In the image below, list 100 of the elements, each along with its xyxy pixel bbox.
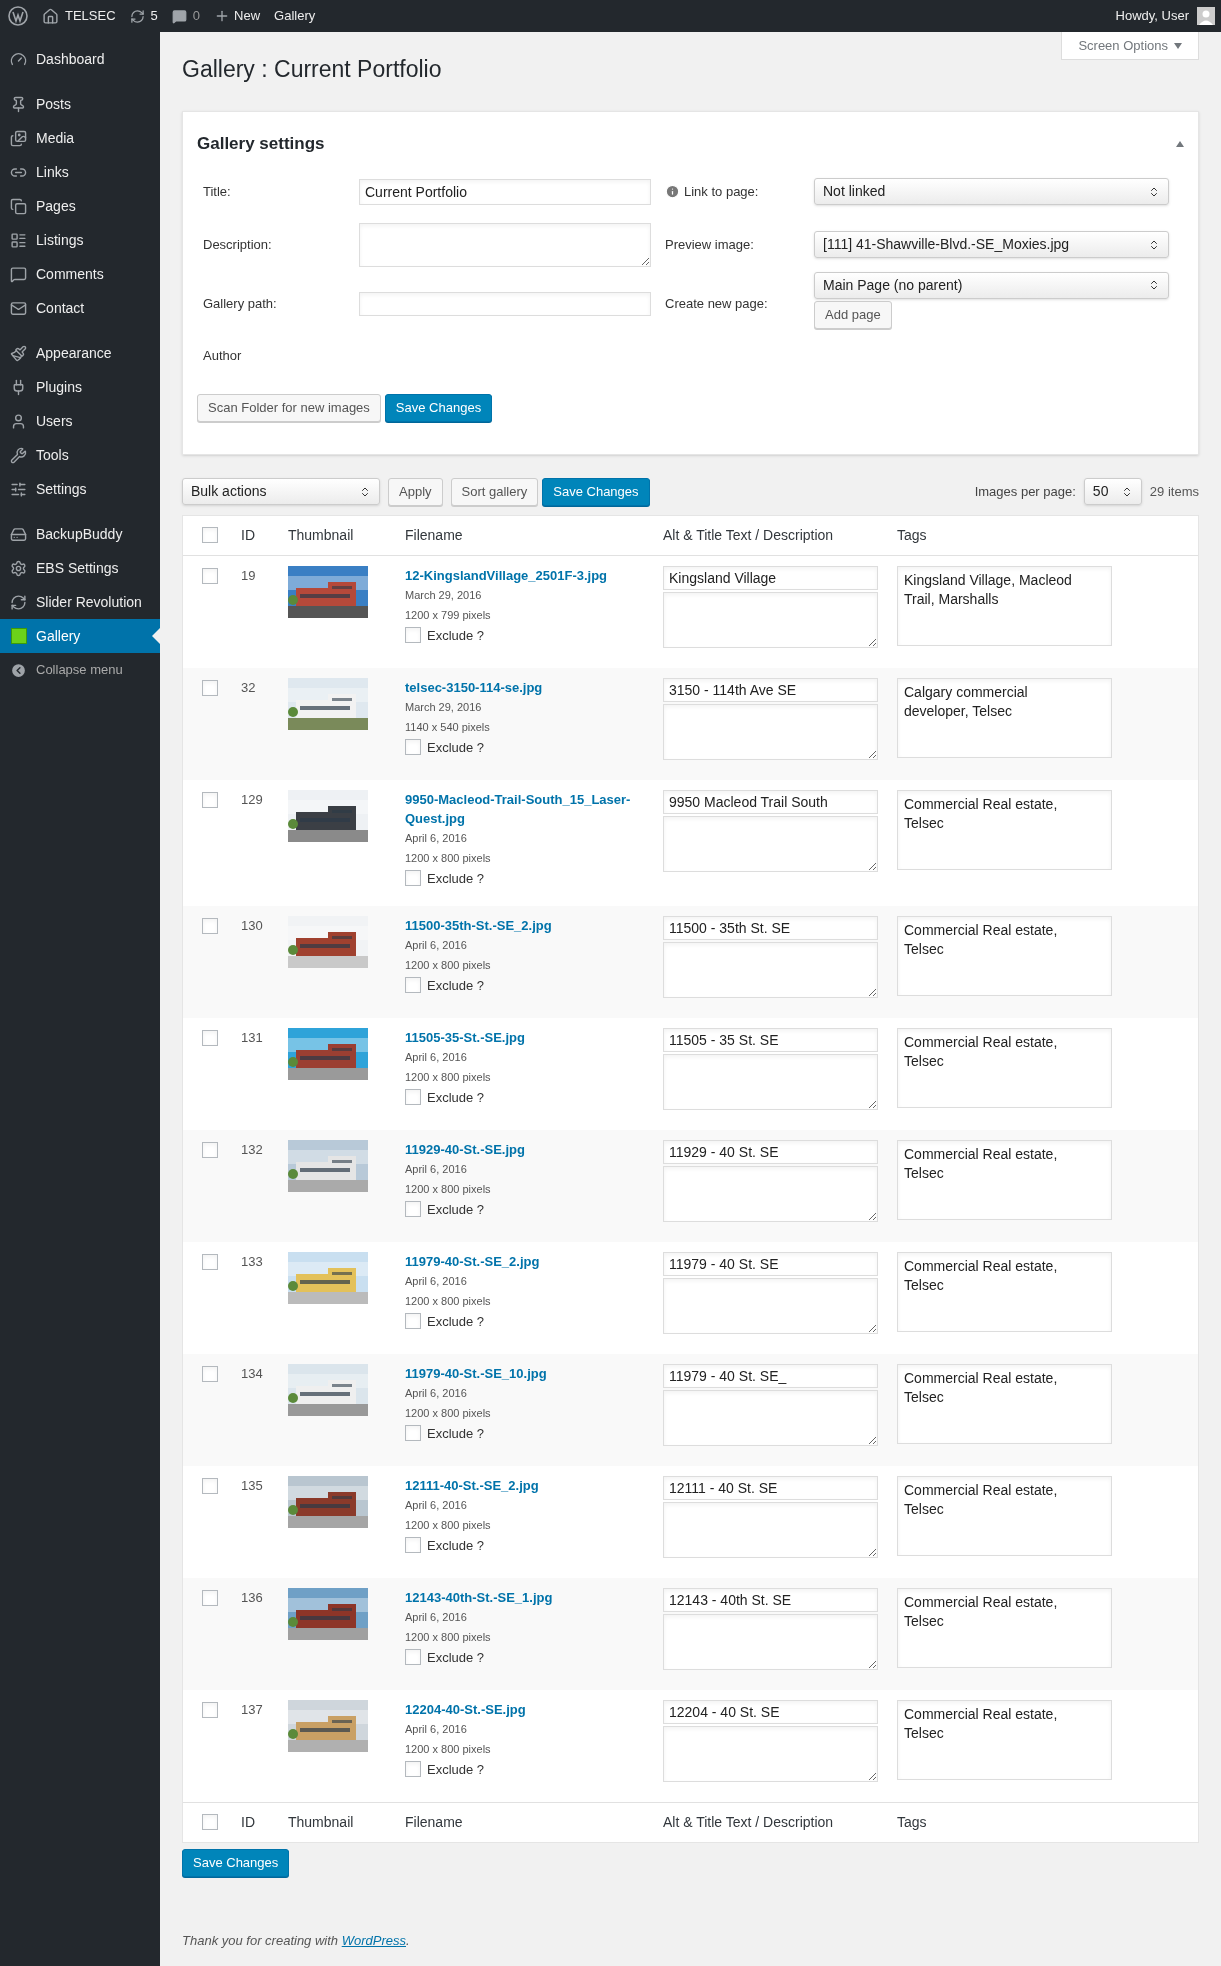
save-button[interactable]: Save Changes [182, 1848, 290, 1877]
alt-text-field[interactable]: 3150 - 114th Ave SE [663, 677, 878, 702]
screen-options-button[interactable]: Screen Options [1061, 32, 1199, 60]
description-field[interactable] [663, 1165, 878, 1222]
description-field[interactable] [359, 222, 651, 267]
parent-page-select[interactable]: Main Page (no parent) [814, 271, 1169, 299]
row-checkbox[interactable] [202, 1253, 218, 1270]
row-checkbox[interactable] [202, 917, 218, 934]
exclude-checkbox[interactable] [405, 1425, 421, 1442]
menu-item[interactable]: Users [0, 404, 160, 438]
button[interactable]: Apply [388, 477, 443, 506]
row-checkbox[interactable] [202, 1141, 218, 1158]
link-page-select[interactable]: Not linked [814, 178, 1169, 205]
alt-text-field[interactable]: 11979 - 40 St. SE_ [663, 1363, 878, 1388]
button[interactable]: Sort gallery [450, 477, 539, 506]
save-button[interactable]: Save Changes [384, 393, 493, 422]
tags-field[interactable]: Commercial Real estate, Telsec [897, 1699, 1112, 1780]
description-field[interactable] [663, 1613, 878, 1670]
menu-item[interactable]: EBS Settings [0, 551, 160, 585]
description-field[interactable] [663, 703, 878, 760]
filename-link[interactable]: 12111-40-St.-SE_2.jpg [405, 1475, 651, 1495]
alt-text-field[interactable]: 12204 - 40 St. SE [663, 1699, 878, 1724]
menu-item[interactable]: Plugins [0, 370, 160, 404]
menu-item[interactable]: Tools [0, 438, 160, 472]
tags-field[interactable]: Commercial Real estate, Telsec [897, 1027, 1112, 1108]
menu-item[interactable]: Gallery [0, 619, 160, 653]
description-field[interactable] [663, 1053, 878, 1110]
menu-item[interactable]: Comments [0, 257, 160, 291]
tags-field[interactable]: Kingsland Village, Macleod Trail, Marshalls [897, 565, 1112, 646]
tags-field[interactable]: Commercial Real estate, Telsec [897, 1251, 1112, 1332]
button[interactable]: Scan Folder for new images [197, 393, 381, 422]
description-field[interactable] [663, 1725, 878, 1782]
filename-link[interactable]: 11929-40-St.-SE.jpg [405, 1139, 651, 1159]
menu-item[interactable]: Appearance [0, 336, 160, 370]
alt-text-field[interactable]: 9950 Macleod Trail South [663, 789, 878, 814]
comments-count[interactable]: 0 [192, 6, 201, 26]
filename-link[interactable]: 11979-40-St.-SE_10.jpg [405, 1363, 651, 1383]
menu-item[interactable]: Contact [0, 291, 160, 325]
tags-field[interactable]: Commercial Real estate, Telsec [897, 1139, 1112, 1220]
alt-text-field[interactable]: Kingsland Village [663, 565, 878, 590]
alt-text-field[interactable]: 12143 - 40th St. SE [663, 1587, 878, 1612]
menu-item[interactable]: Dashboard [0, 42, 160, 76]
alt-text-field[interactable]: 11505 - 35 St. SE [663, 1027, 878, 1052]
exclude-checkbox[interactable] [405, 1089, 421, 1106]
title-field[interactable]: Current Portfolio [359, 178, 651, 205]
exclude-checkbox[interactable] [405, 870, 421, 887]
row-checkbox[interactable] [202, 679, 218, 696]
row-checkbox[interactable] [202, 1365, 218, 1382]
alt-text-field[interactable]: 11929 - 40 St. SE [663, 1139, 878, 1164]
menu-item[interactable]: Slider Revolution [0, 585, 160, 619]
filename-link[interactable]: telsec-3150-114-se.jpg [405, 677, 651, 697]
exclude-checkbox[interactable] [405, 1537, 421, 1554]
wordpress-link[interactable]: WordPress [341, 1932, 406, 1948]
exclude-checkbox[interactable] [405, 1313, 421, 1330]
description-field[interactable] [663, 941, 878, 998]
row-checkbox[interactable] [202, 1701, 218, 1718]
row-checkbox[interactable] [202, 1589, 218, 1606]
description-field[interactable] [663, 1277, 878, 1334]
filename-link[interactable]: 12143-40th-St.-SE_1.jpg [405, 1587, 651, 1607]
save-button[interactable]: Save Changes [542, 477, 650, 506]
menu-item[interactable]: Posts [0, 87, 160, 121]
row-checkbox[interactable] [202, 1029, 218, 1046]
preview-image-select[interactable]: [111] 41-Shawville-Blvd.-SE_Moxies.jpg [814, 231, 1169, 258]
add-page-button[interactable]: Add page [814, 300, 892, 329]
bulk-actions-select[interactable]: Bulk actions [182, 478, 380, 505]
menu-item[interactable]: Settings [0, 472, 160, 506]
description-field[interactable] [663, 1389, 878, 1446]
updates-count[interactable]: 5 [150, 6, 158, 26]
exclude-checkbox[interactable] [405, 1649, 421, 1666]
select-all-checkbox[interactable] [202, 527, 218, 543]
tags-field[interactable]: Commercial Real estate, Telsec [897, 915, 1112, 996]
tags-field[interactable]: Commercial Real estate, Telsec [897, 1363, 1112, 1444]
tags-field[interactable]: Commercial Real estate, Telsec [897, 789, 1112, 870]
exclude-checkbox[interactable] [405, 1201, 421, 1218]
filename-link[interactable]: 11500-35th-St.-SE_2.jpg [405, 915, 651, 935]
description-field[interactable] [663, 1501, 878, 1558]
tags-field[interactable]: Calgary commercial developer, Telsec [897, 677, 1112, 758]
filename-link[interactable]: 11505-35-St.-SE.jpg [405, 1027, 651, 1047]
alt-text-field[interactable]: 12111 - 40 St. SE [663, 1475, 878, 1500]
row-checkbox[interactable] [202, 791, 218, 808]
tags-field[interactable]: Commercial Real estate, Telsec [897, 1587, 1112, 1668]
exclude-checkbox[interactable] [405, 627, 421, 644]
greeting-link[interactable]: Howdy, User [1115, 6, 1189, 26]
site-link[interactable]: TELSEC [65, 6, 116, 26]
gallery-link[interactable]: Gallery [274, 6, 316, 26]
filename-link[interactable]: 11979-40-St.-SE_2.jpg [405, 1251, 651, 1271]
gallery-path-field[interactable] [359, 291, 651, 316]
exclude-checkbox[interactable] [405, 977, 421, 994]
exclude-checkbox[interactable] [405, 1761, 421, 1778]
alt-text-field[interactable]: 11500 - 35th St. SE [663, 915, 878, 940]
filename-link[interactable]: 12-KingslandVillage_2501F-3.jpg [405, 565, 651, 585]
menu-item[interactable]: Listings [0, 223, 160, 257]
description-field[interactable] [663, 815, 878, 872]
per-page-select[interactable]: 50 [1083, 478, 1142, 505]
new-link[interactable]: New [234, 6, 261, 26]
row-checkbox[interactable] [202, 1477, 218, 1494]
exclude-checkbox[interactable] [405, 739, 421, 756]
collapse-menu[interactable]: Collapse menu [0, 653, 160, 687]
tags-field[interactable]: Commercial Real estate, Telsec [897, 1475, 1112, 1556]
filename-link[interactable]: 12204-40-St.-SE.jpg [405, 1699, 651, 1719]
